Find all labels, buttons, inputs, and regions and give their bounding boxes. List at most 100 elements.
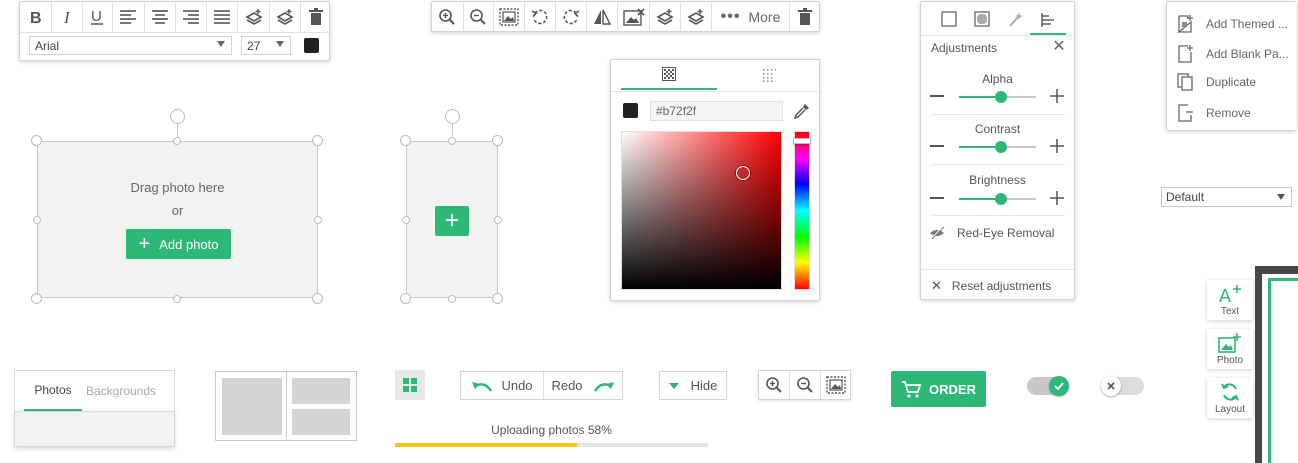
hex-input[interactable]: #b72f2f: [650, 101, 783, 121]
photo-frame[interactable]: Drag photo here or + Add photo: [37, 141, 318, 298]
saturation-value-area[interactable]: [621, 131, 782, 290]
align-center-icon: [152, 10, 168, 24]
justify-button[interactable]: [207, 2, 237, 32]
tab-backgrounds[interactable]: Backgrounds: [85, 371, 157, 411]
close-adjustments-button[interactable]: ✕: [1051, 39, 1067, 55]
image-bring-forward-button[interactable]: [650, 2, 680, 32]
toggle-knob-on: [1049, 376, 1069, 396]
delete-text-button[interactable]: [301, 2, 331, 32]
resize-handle-tl[interactable]: [31, 135, 42, 146]
rotate-right-button[interactable]: [556, 2, 586, 32]
fit-canvas-button[interactable]: [821, 371, 851, 399]
alpha-knob[interactable]: [995, 91, 1008, 103]
contrast-plus-button[interactable]: [1049, 138, 1065, 154]
image-send-backward-button[interactable]: [681, 2, 711, 32]
font-size-select[interactable]: 27: [241, 36, 291, 55]
zoom-out-button[interactable]: [463, 2, 493, 32]
upload-progress-track: [395, 443, 708, 447]
align-left-button[interactable]: [113, 2, 143, 32]
flip-button[interactable]: [587, 2, 617, 32]
zoom-in-button[interactable]: [432, 2, 462, 32]
resize-handle-tr[interactable]: [312, 135, 323, 146]
tab-photos[interactable]: Photos: [24, 371, 82, 411]
tab-pattern[interactable]: [721, 60, 817, 90]
tab-adjustments[interactable]: [1030, 7, 1066, 35]
zoom-in-canvas-button[interactable]: [759, 371, 789, 399]
zoom-out-icon: [797, 377, 813, 393]
layout-tool[interactable]: Layout: [1207, 378, 1253, 418]
color-cursor[interactable]: [736, 166, 750, 180]
delete-image-button[interactable]: [790, 2, 820, 32]
italic-button[interactable]: I: [52, 2, 82, 32]
rotate-handle[interactable]: [445, 109, 460, 124]
resize-handle-tr[interactable]: [492, 135, 503, 146]
redo-button[interactable]: Redo: [544, 372, 622, 399]
cart-icon: [902, 381, 922, 398]
underline-button[interactable]: U: [82, 2, 112, 32]
add-text-tool[interactable]: A Text: [1207, 280, 1253, 320]
toggle-off[interactable]: [1101, 376, 1144, 396]
rotate-left-button[interactable]: [525, 2, 555, 32]
send-backward-button[interactable]: [270, 2, 300, 32]
tab-effects[interactable]: [1000, 7, 1030, 31]
replace-image-button[interactable]: [618, 2, 649, 32]
align-right-button[interactable]: [176, 2, 206, 32]
alpha-minus-button[interactable]: [930, 88, 946, 104]
align-center-button[interactable]: [145, 2, 175, 32]
add-photo-tool[interactable]: Photo: [1207, 329, 1253, 369]
layout-thumbnail[interactable]: [215, 371, 357, 441]
fit-image-button[interactable]: [494, 2, 524, 32]
contrast-minus-button[interactable]: [930, 138, 946, 154]
tab-solid-color[interactable]: [621, 60, 717, 90]
resize-handle-bl[interactable]: [400, 293, 411, 304]
resize-handle-ml[interactable]: [33, 216, 41, 224]
rotate-right-icon: [563, 9, 580, 25]
style-select[interactable]: Default: [1161, 187, 1292, 207]
resize-handle-mr[interactable]: [494, 216, 502, 224]
eyedropper-button[interactable]: [792, 101, 812, 121]
hue-slider[interactable]: [793, 131, 811, 290]
rotate-handle[interactable]: [170, 109, 185, 124]
menu-duplicate[interactable]: Duplicate: [1177, 71, 1256, 93]
red-eye-button[interactable]: Red-Eye Removal: [929, 223, 1069, 243]
brightness-knob[interactable]: [995, 193, 1008, 205]
order-button[interactable]: ORDER: [891, 371, 986, 407]
hide-button[interactable]: Hide: [659, 371, 727, 400]
menu-add-blank[interactable]: Add Blank Pa...: [1177, 43, 1289, 65]
resize-handle-tm[interactable]: [448, 137, 456, 145]
add-photo-button[interactable]: + Add photo: [126, 229, 231, 259]
minus-icon: [930, 197, 944, 199]
reset-adjustments-button[interactable]: ✕ Reset adjustments: [931, 277, 1071, 295]
resize-handle-ml[interactable]: [402, 216, 410, 224]
bring-forward-button[interactable]: [238, 2, 269, 32]
resize-handle-mr[interactable]: [314, 216, 322, 224]
undo-button[interactable]: Undo: [461, 372, 543, 399]
contrast-knob[interactable]: [995, 141, 1008, 153]
toggle-on[interactable]: [1027, 376, 1069, 396]
text-color-swatch[interactable]: [304, 38, 319, 53]
zoom-out-canvas-button[interactable]: [790, 371, 820, 399]
hue-knob[interactable]: [793, 138, 811, 144]
menu-add-themed[interactable]: Add Themed ...: [1177, 13, 1288, 35]
layer-down-icon: [687, 9, 705, 25]
resize-handle-bm[interactable]: [173, 295, 181, 303]
resize-handle-br[interactable]: [492, 293, 503, 304]
resize-handle-bl[interactable]: [31, 293, 42, 304]
resize-handle-tm[interactable]: [173, 137, 181, 145]
resize-handle-bm[interactable]: [448, 295, 456, 303]
close-icon: [1107, 382, 1115, 390]
brightness-minus-button[interactable]: [930, 190, 946, 206]
add-photo-small-button[interactable]: +: [435, 206, 469, 236]
bold-button[interactable]: B: [20, 2, 50, 32]
brightness-plus-button[interactable]: [1049, 190, 1065, 206]
resize-handle-tl[interactable]: [400, 135, 411, 146]
tab-shape[interactable]: [934, 7, 964, 31]
font-family-select[interactable]: Arial: [29, 36, 232, 55]
chevron-down-icon: [1277, 194, 1285, 200]
tab-border[interactable]: [967, 7, 997, 31]
alpha-plus-button[interactable]: [1049, 88, 1065, 104]
resize-handle-br[interactable]: [312, 293, 323, 304]
more-button[interactable]: ••• More: [712, 2, 789, 32]
grid-view-button[interactable]: [395, 370, 425, 400]
menu-remove[interactable]: Remove: [1177, 102, 1251, 124]
